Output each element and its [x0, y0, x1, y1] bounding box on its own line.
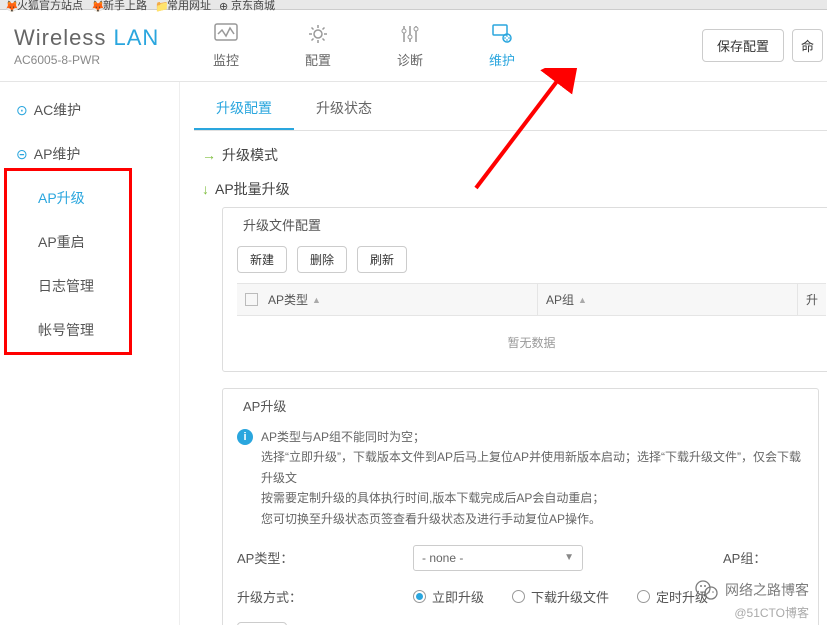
select-all-checkbox[interactable]: [245, 293, 258, 306]
nav-maintain[interactable]: 维护: [456, 22, 548, 69]
sidebar-item-ac-maintain[interactable]: ⊙ AC维护: [0, 88, 179, 132]
tab-upgrade-status[interactable]: 升级状态: [294, 88, 394, 130]
refresh-button[interactable]: 刷新: [357, 246, 407, 273]
radio-download[interactable]: 下载升级文件: [512, 587, 609, 606]
main-content: 升级配置 升级状态 → 升级模式 ↓ AP批量升级 升级文件配置 新建 删除 刷…: [180, 82, 827, 625]
monitor-icon: [213, 22, 239, 46]
content-tabs: 升级配置 升级状态: [194, 88, 827, 131]
new-button[interactable]: 新建: [237, 246, 287, 273]
watermark-sub: @51CTO博客: [734, 604, 809, 621]
sliders-icon: [397, 22, 423, 46]
sidebar: ⊙ AC维护 ⊝ AP维护 AP升级 AP重启 日志管理 帐号管理: [0, 82, 180, 625]
bookmark[interactable]: 🦊火狐官方站点: [5, 0, 83, 13]
sidebar-sub-ap-upgrade[interactable]: AP升级: [0, 176, 179, 220]
sidebar-sub-ap-restart[interactable]: AP重启: [0, 220, 179, 264]
app-header: Wireless LAN AC6005-8-PWR 监控 配置 诊断 维护 保存…: [0, 10, 827, 82]
nav-monitor[interactable]: 监控: [180, 22, 272, 69]
chevron-down-icon: ▼: [564, 552, 574, 563]
section-batch-upgrade[interactable]: ↓ AP批量升级: [202, 179, 827, 199]
device-model: AC6005-8-PWR: [14, 53, 180, 67]
sidebar-item-ap-maintain[interactable]: ⊝ AP维护: [0, 132, 179, 176]
bookmark[interactable]: ⊕京东商城: [219, 0, 275, 13]
expand-arrow-icon: ↓: [202, 181, 209, 197]
info-block: i AP类型与AP组不能同时为空； 选择“立即升级”，下载版本文件到AP后马上复…: [237, 427, 804, 529]
ap-type-select[interactable]: - none -▼: [413, 545, 583, 571]
info-icon: i: [237, 429, 253, 445]
label-ap-group: AP组：: [723, 548, 766, 567]
chevron-right-icon: ⊙: [16, 102, 28, 119]
delete-button[interactable]: 删除: [297, 246, 347, 273]
wechat-icon: [695, 579, 719, 601]
save-config-button[interactable]: 保存配置: [702, 29, 784, 62]
section-upgrade-mode[interactable]: → 升级模式: [202, 145, 827, 165]
bookmark[interactable]: 🦊新手上路: [91, 0, 147, 13]
label-ap-type: AP类型：: [237, 548, 413, 567]
col-ap-type[interactable]: AP类型 ▲: [237, 284, 537, 315]
tab-upgrade-config[interactable]: 升级配置: [194, 88, 294, 130]
col-ap-group[interactable]: AP组 ▲: [537, 284, 797, 315]
collapse-arrow-icon: →: [202, 147, 216, 163]
upgrade-file-config-panel: 升级文件配置 新建 删除 刷新 AP类型 ▲ AP组 ▲ 升 暂无数据: [222, 207, 827, 372]
col-extra[interactable]: 升: [797, 284, 826, 315]
nav-diagnose[interactable]: 诊断: [364, 22, 456, 69]
logo: Wireless LAN AC6005-8-PWR: [0, 25, 180, 67]
sidebar-sub-log-manage[interactable]: 日志管理: [0, 264, 179, 308]
chevron-down-icon: ⊝: [16, 146, 28, 163]
watermark: 网络之路博客: [695, 579, 809, 601]
table-empty: 暂无数据: [237, 316, 826, 357]
gear-icon: [305, 22, 331, 46]
sidebar-sub-account-manage[interactable]: 帐号管理: [0, 308, 179, 352]
sort-icon: ▲: [312, 295, 321, 305]
label-upgrade-mode: 升级方式：: [237, 587, 413, 606]
maintain-icon: [489, 22, 515, 46]
table-header: AP类型 ▲ AP组 ▲ 升: [237, 283, 826, 316]
cmd-button[interactable]: 命: [792, 29, 823, 62]
sort-icon: ▲: [578, 295, 587, 305]
nav-config[interactable]: 配置: [272, 22, 364, 69]
browser-bookmark-bar: 🦊火狐官方站点 🦊新手上路 📁常用网址 ⊕京东商城: [0, 0, 827, 10]
bookmark[interactable]: 📁常用网址: [155, 0, 211, 13]
radio-now[interactable]: 立即升级: [413, 587, 484, 606]
